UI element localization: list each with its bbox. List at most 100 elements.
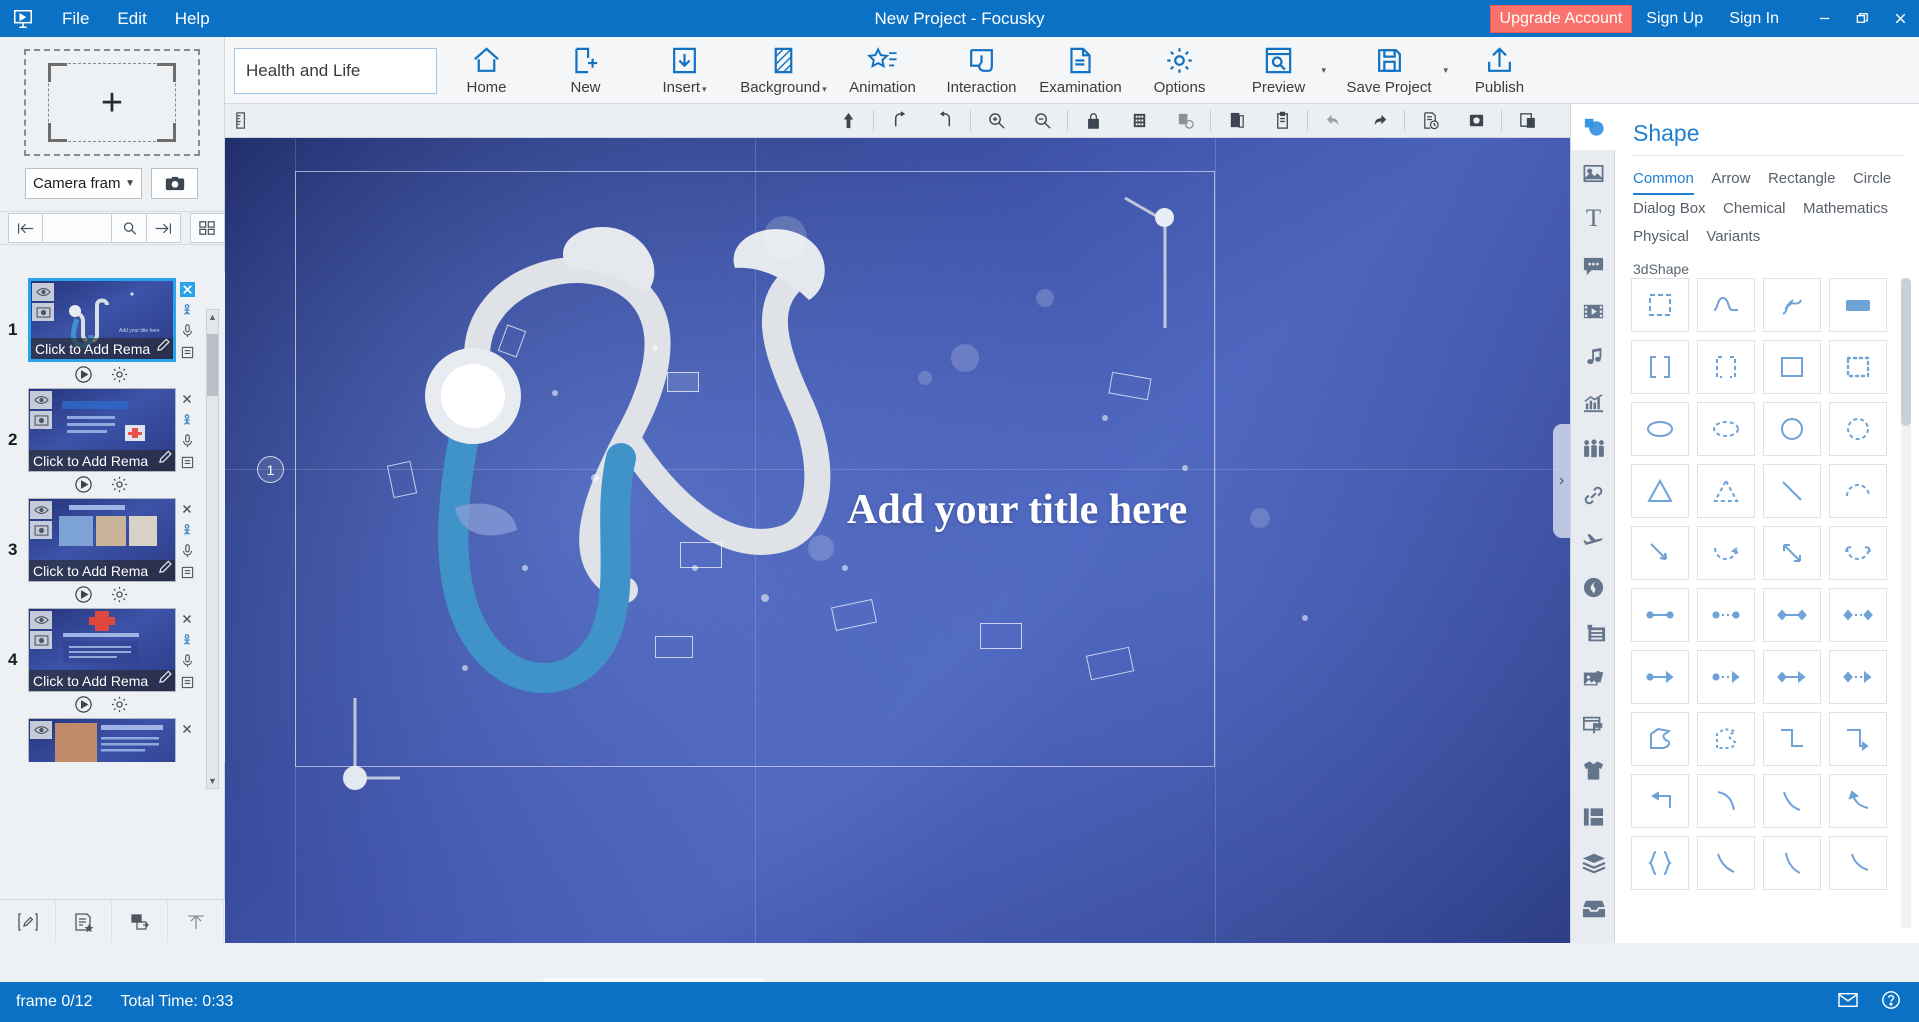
dotted-square-shape[interactable]: [1829, 340, 1887, 394]
scroll-down-icon[interactable]: ▼: [207, 774, 218, 788]
arrow-diagonal-shape[interactable]: [1631, 526, 1689, 580]
ruler-icon[interactable]: [225, 104, 259, 137]
grid-settings-icon[interactable]: [1162, 104, 1208, 137]
rotate-left-icon[interactable]: [922, 104, 968, 137]
layout-icon[interactable]: [1571, 794, 1616, 840]
slide-canvas[interactable]: 1 Add your title here ›: [225, 138, 1570, 943]
curve-s2-shape[interactable]: [1763, 836, 1821, 890]
restore-button[interactable]: [1843, 0, 1881, 37]
tab-arrow[interactable]: Arrow: [1711, 165, 1750, 193]
delete-slide-icon[interactable]: [178, 610, 196, 628]
edit-tool-button[interactable]: [0, 900, 56, 943]
microphone-icon[interactable]: [178, 542, 196, 560]
curve-s-shape[interactable]: [1697, 836, 1755, 890]
animation-icon[interactable]: [178, 631, 196, 649]
dashed-double-arc-arrow-shape[interactable]: [1829, 526, 1887, 580]
visibility-eye-icon[interactable]: [30, 501, 52, 519]
scroll-up-icon[interactable]: ▲: [207, 310, 218, 324]
brackets-shape[interactable]: [1631, 340, 1689, 394]
note-icon[interactable]: [178, 563, 196, 581]
frame-handle[interactable]: [1155, 208, 1174, 227]
dotted-line-diamond-diamond-shape[interactable]: [1829, 588, 1887, 642]
elbow-left-arrow-shape[interactable]: [1631, 774, 1689, 828]
ellipse-shape[interactable]: [1631, 402, 1689, 456]
zoom-in-icon[interactable]: [973, 104, 1019, 137]
slides-list[interactable]: 1 Add your title here: [0, 272, 225, 762]
duplicate-icon[interactable]: [1504, 104, 1550, 137]
bent-arrow-shape[interactable]: [1829, 774, 1887, 828]
slide-thumbnail[interactable]: Click to Add Rema: [28, 388, 176, 472]
camera-frame-placeholder[interactable]: +: [24, 49, 200, 156]
camera-frame-select[interactable]: Camera fram ▼: [25, 168, 142, 199]
visibility-eye-icon[interactable]: [30, 611, 52, 629]
music-icon[interactable]: [1571, 334, 1616, 380]
edit-pencil-icon[interactable]: [158, 559, 173, 579]
image-icon[interactable]: [1571, 150, 1616, 196]
tab-dialog-box[interactable]: Dialog Box: [1633, 195, 1706, 223]
zoom-out-icon[interactable]: [1019, 104, 1065, 137]
ribbon-home-button[interactable]: Home: [437, 37, 536, 104]
gallery-icon[interactable]: [1571, 656, 1616, 702]
chart-icon[interactable]: [1571, 380, 1616, 426]
screenshot-icon[interactable]: [1453, 104, 1499, 137]
collapse-panel-button[interactable]: [168, 900, 224, 943]
comment-bubble-icon[interactable]: [1571, 242, 1616, 288]
redo-icon[interactable]: [1356, 104, 1402, 137]
slide-thumbnail[interactable]: [28, 718, 176, 762]
list-item[interactable]: 2: [0, 388, 225, 498]
ribbon-insert-button[interactable]: Insert▾: [635, 37, 734, 104]
minimize-button[interactable]: [1805, 0, 1843, 37]
line-dot-dot-shape[interactable]: [1631, 588, 1689, 642]
grid-icon[interactable]: [1116, 104, 1162, 137]
animation-icon[interactable]: [178, 301, 196, 319]
curve-down-2-shape[interactable]: [1763, 774, 1821, 828]
tab-rectangle[interactable]: Rectangle: [1768, 165, 1836, 193]
microphone-icon[interactable]: [178, 432, 196, 450]
edit-pencil-icon[interactable]: [158, 449, 173, 469]
ribbon-animation-button[interactable]: Animation: [833, 37, 932, 104]
dashed-arc-arrow-shape[interactable]: [1697, 526, 1755, 580]
elbow-arrow-connector-shape[interactable]: [1829, 712, 1887, 766]
shape-panel-scrollbar[interactable]: [1901, 278, 1911, 928]
ribbon-background-button[interactable]: Background▾: [734, 37, 833, 104]
slide-caption[interactable]: Click to Add Rema: [29, 450, 175, 471]
archive-icon[interactable]: [1571, 886, 1616, 932]
history-icon[interactable]: [1407, 104, 1453, 137]
shape-panel-scrollbar-thumb[interactable]: [1901, 278, 1911, 426]
settings-gear-icon[interactable]: [110, 695, 130, 715]
delete-slide-icon[interactable]: [178, 720, 196, 738]
copy-icon[interactable]: [1213, 104, 1259, 137]
save-dropdown-caret-icon[interactable]: ▾: [1443, 65, 1448, 76]
outline-tool-button[interactable]: [56, 900, 112, 943]
settings-gear-icon[interactable]: [110, 585, 130, 605]
dashed-arc-shape[interactable]: [1829, 464, 1887, 518]
double-arrow-shape[interactable]: [1763, 526, 1821, 580]
ribbon-preview-button[interactable]: ▾ Preview: [1229, 37, 1328, 104]
visibility-eye-icon[interactable]: [30, 721, 52, 739]
text-icon[interactable]: T: [1571, 196, 1616, 242]
tab-variants[interactable]: Variants: [1706, 223, 1760, 251]
tab-chemical[interactable]: Chemical: [1723, 195, 1786, 223]
list-item[interactable]: 1 Add your title here: [0, 278, 225, 388]
curve-shape[interactable]: [1697, 278, 1755, 332]
delete-slide-icon[interactable]: [178, 390, 196, 408]
list-item[interactable]: 5: [0, 718, 225, 762]
menu-file[interactable]: File: [48, 6, 103, 32]
ribbon-options-button[interactable]: Options: [1130, 37, 1229, 104]
fit-home-icon[interactable]: [825, 104, 871, 137]
slide-thumbnail[interactable]: Click to Add Rema: [28, 498, 176, 582]
play-icon[interactable]: [74, 585, 94, 605]
slide-caption[interactable]: Click to Add Rema: [29, 560, 175, 581]
undo-icon[interactable]: [1310, 104, 1356, 137]
dashed-blob-shape[interactable]: [1697, 712, 1755, 766]
tab-common[interactable]: Common: [1633, 165, 1694, 195]
video-icon[interactable]: [1571, 288, 1616, 334]
list-item[interactable]: 3 Cli: [0, 498, 225, 608]
lock-icon[interactable]: [1070, 104, 1116, 137]
note-icon[interactable]: [178, 343, 196, 361]
triangle-shape[interactable]: [1631, 464, 1689, 518]
slides-scrollbar-thumb[interactable]: [207, 334, 218, 396]
dotted-line-dot-dot-shape[interactable]: [1697, 588, 1755, 642]
line-dot-arrow-shape[interactable]: [1631, 650, 1689, 704]
square-shape[interactable]: [1763, 340, 1821, 394]
